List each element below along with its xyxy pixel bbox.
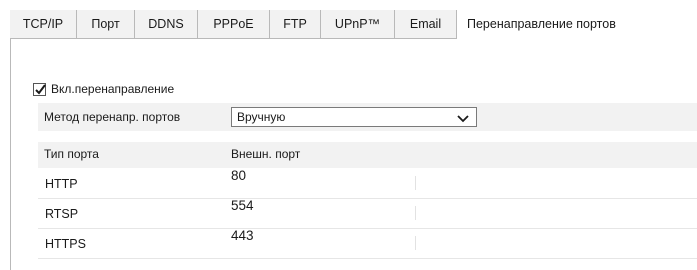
port-type-cell: RTSP <box>45 207 79 221</box>
enable-forwarding-row: Вкл.перенаправление <box>33 80 174 98</box>
tab-port-forwarding[interactable]: Перенаправление портов <box>457 10 697 39</box>
tab-ftp[interactable]: FTP <box>270 10 321 38</box>
tab-tcpip[interactable]: TCP/IP <box>10 10 77 38</box>
tab-ddns[interactable]: DDNS <box>135 10 198 38</box>
external-port-input[interactable]: 80 <box>231 168 246 183</box>
tab-pppoe[interactable]: PPPoE <box>198 10 270 38</box>
column-header-external-port: Внешн. порт <box>231 147 301 161</box>
divider <box>415 206 416 220</box>
chevron-down-icon <box>457 111 469 129</box>
tab-bar: TCP/IP Порт DDNS PPPoE FTP UPnP™ Email П… <box>10 10 697 39</box>
enable-forwarding-checkbox[interactable] <box>33 82 46 96</box>
port-type-cell: HTTP <box>45 177 78 191</box>
tab-port[interactable]: Порт <box>77 10 135 38</box>
table-row: HTTP 80 <box>38 168 697 198</box>
external-port-input[interactable]: 443 <box>231 228 254 243</box>
checkmark-icon <box>35 83 46 95</box>
table-row: HTTPS 443 <box>38 228 697 258</box>
table-header: Тип порта Внешн. порт <box>38 142 697 168</box>
divider <box>415 236 416 250</box>
method-label: Метод перенапр. портов <box>44 110 181 124</box>
tab-email[interactable]: Email <box>395 10 457 38</box>
external-port-input[interactable]: 554 <box>231 198 254 213</box>
divider <box>415 176 416 190</box>
column-header-port-type: Тип порта <box>44 147 99 161</box>
table-row: RTSP 554 <box>38 198 697 228</box>
tab-upnp[interactable]: UPnP™ <box>321 10 395 38</box>
method-select-value: Вручную <box>237 110 286 124</box>
enable-forwarding-label: Вкл.перенаправление <box>51 82 175 96</box>
port-type-cell: HTTPS <box>45 237 86 251</box>
method-row: Метод перенапр. портов Вручную <box>38 103 697 131</box>
divider <box>38 258 697 259</box>
method-select[interactable]: Вручную <box>231 107 477 127</box>
